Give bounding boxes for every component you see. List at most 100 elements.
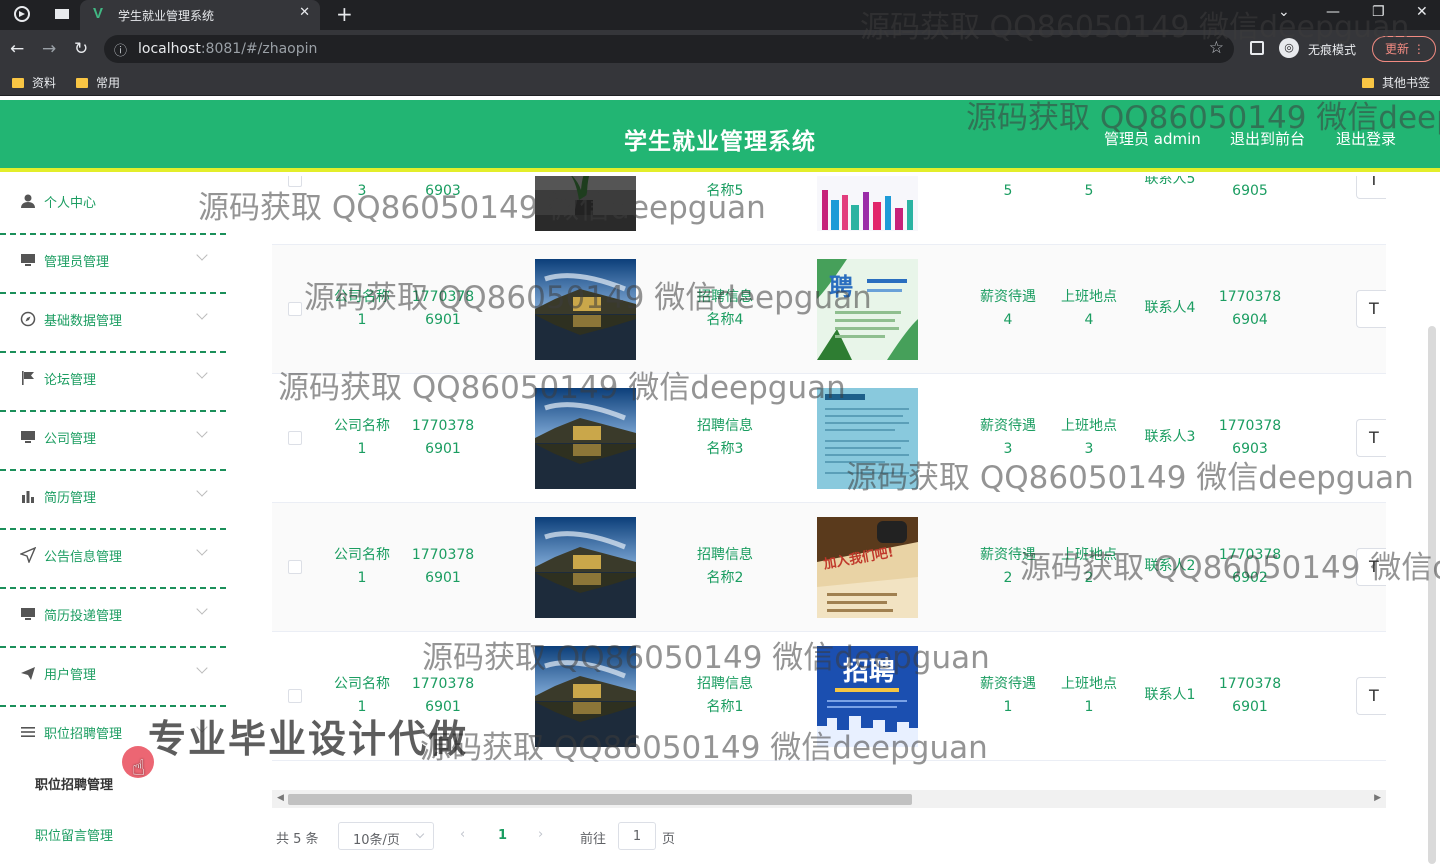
incognito-globe-icon[interactable] (14, 6, 30, 22)
salary-cell-line2: 2 (1003, 570, 1013, 586)
sidebar-item-9[interactable]: 职位招聘管理 (0, 707, 226, 766)
prev-page-button[interactable]: ‹ (460, 827, 465, 842)
row-checkbox[interactable] (288, 431, 302, 445)
row-action-button[interactable]: T (1356, 548, 1386, 586)
update-button[interactable]: 更新 ⋮ (1372, 36, 1436, 62)
sidebar-item-1[interactable]: 管理员管理 (0, 235, 226, 294)
table-row[interactable]: 公司名称 1 1770378 6901 招聘信息 名称4 聘薪资待遇 4 上班地点 4 联系人4 17… (272, 245, 1386, 374)
company-phone-cell-line2: 6901 (425, 312, 461, 328)
horizontal-scrollbar[interactable]: ◀ ▶ (272, 790, 1386, 808)
work-place-cell-line1: 上班地点 (1061, 289, 1117, 305)
chevron-down-icon (196, 367, 208, 379)
url-field[interactable]: ⓘ localhost:8081/#/zhaopin ☆ (104, 35, 1234, 63)
building-lake-photo[interactable] (535, 388, 636, 489)
active-tab[interactable]: V 学生就业管理系统 ✕ (80, 0, 320, 30)
scroll-right-icon[interactable]: ▶ (1374, 793, 1381, 803)
blue-hiring-poster[interactable]: 招聘 (817, 646, 918, 747)
scroll-left-icon[interactable]: ◀ (277, 793, 284, 803)
sidebar-item-7[interactable]: 简历投递管理 (0, 589, 226, 648)
monitor-icon (20, 606, 36, 622)
row-checkbox[interactable] (288, 689, 302, 703)
vertical-scrollbar-thumb[interactable] (1428, 326, 1436, 864)
bookmark-star-icon[interactable]: ☆ (1209, 38, 1224, 58)
table-row[interactable]: 公司名称 1 1770378 6901 招聘信息 名称2 加入我们吧! 薪资待遇 2 上班地点 2 联… (272, 503, 1386, 632)
next-page-button[interactable]: › (538, 827, 543, 842)
sidebar-item-8[interactable]: 用户管理 (0, 648, 226, 707)
bookmark-folder-ziliao[interactable]: 资料 (12, 74, 56, 91)
city-banner-poster[interactable] (817, 176, 918, 231)
sidebar-item-2[interactable]: 基础数据管理 (0, 294, 226, 353)
compass-icon (20, 311, 36, 327)
table-row[interactable]: 公司名称 1 1770378 6901 招聘信息 名称3 薪资待遇 3 上班地点 3 联系人3 177… (272, 374, 1386, 503)
submenu-item[interactable]: 职位留言管理 (35, 825, 113, 844)
logout-link[interactable]: 退出登录 (1336, 128, 1396, 149)
contact-phone-cell: 1770378 6903 (1210, 415, 1290, 461)
row-action-button[interactable]: T (1356, 419, 1386, 457)
building-lake-photo[interactable] (535, 646, 636, 747)
tab-search-icon[interactable]: ⌄ (1278, 4, 1290, 20)
bookmark-folder-changyong[interactable]: 常用 (76, 74, 120, 91)
close-window-icon[interactable]: ✕ (1416, 4, 1428, 20)
url-text: localhost:8081/#/zhaopin (138, 41, 318, 57)
office-plant-photo[interactable] (535, 176, 636, 231)
chevron-down-icon (196, 249, 208, 261)
sidebar-item-3[interactable]: 论坛管理 (0, 353, 226, 412)
window-icon[interactable] (54, 6, 70, 22)
row-action-button[interactable]: T (1356, 176, 1386, 199)
other-bookmarks[interactable]: 其他书签 (1362, 74, 1430, 91)
forward-icon[interactable]: → (42, 39, 56, 59)
goto-page-input[interactable]: 1 (618, 822, 656, 850)
salary-cell: 薪资待遇 4 (968, 286, 1048, 332)
page-unit-label: 页 (662, 832, 676, 847)
company-phone-cell-line2: 6901 (425, 441, 461, 457)
job-title-cell-line2: 名称4 (706, 312, 744, 328)
go-frontend-link[interactable]: 退出到前台 (1230, 128, 1305, 149)
site-info-icon[interactable]: ⓘ (114, 40, 127, 59)
job-title-cell-line1: 招聘信息 (697, 676, 753, 692)
sidebar-item-label: 管理员管理 (44, 255, 110, 270)
incognito-indicator[interactable]: ◎ 无痕模式 (1276, 37, 1366, 61)
table-row[interactable]: 公司名称317703786903 招聘信息名称5 薪资待遇5上班地点5 联系人5 177… (272, 176, 1386, 245)
table-row[interactable]: 公司名称 1 1770378 6901 招聘信息 名称1 招聘 薪资待遇 1 上班地点 1 联系人1 1… (272, 632, 1386, 761)
sidebar-item-4[interactable]: 公司管理 (0, 412, 226, 471)
row-action-button[interactable]: T (1356, 290, 1386, 328)
salary-cell-line2: 5 (1003, 183, 1013, 199)
brown-join-us-poster[interactable]: 加入我们吧! (817, 517, 918, 618)
submenu-item-active[interactable]: 职位招聘管理 (35, 774, 113, 793)
work-place-cell: 上班地点 2 (1049, 544, 1129, 590)
page-number-current[interactable]: 1 (498, 828, 507, 843)
new-tab-icon[interactable]: + (336, 2, 353, 26)
sidebar-item-5[interactable]: 简历管理 (0, 471, 226, 530)
vertical-scrollbar[interactable] (1426, 326, 1438, 864)
blue-notice-poster[interactable] (817, 388, 918, 489)
building-lake-photo[interactable] (535, 259, 636, 360)
page-size-select[interactable]: 10条/页 (338, 822, 434, 850)
row-action-button[interactable]: T (1356, 677, 1386, 715)
total-count: 共 5 条 (276, 832, 319, 847)
job-title-cell-line2: 名称3 (706, 441, 744, 457)
green-leaf-poster[interactable]: 聘 (817, 259, 918, 360)
company-name-cell-line1: 公司名称 (334, 418, 390, 434)
chevron-down-icon (196, 544, 208, 556)
hand-cursor-icon: ☝ (132, 756, 146, 781)
job-title-cell-line1: 招聘信息 (697, 547, 753, 563)
scrollbar-thumb[interactable] (288, 794, 912, 805)
building-lake-photo[interactable] (535, 517, 636, 618)
company-phone-cell-line1: 1770378 (411, 547, 475, 563)
restore-icon[interactable]: ❐ (1372, 4, 1385, 20)
row-checkbox[interactable] (288, 302, 302, 316)
sidebar-item-0[interactable]: 个人中心 (0, 176, 226, 235)
row-checkbox[interactable] (288, 560, 302, 574)
incognito-icon: ◎ (1279, 38, 1299, 58)
sidebar-item-6[interactable]: 公告信息管理 (0, 530, 226, 589)
back-icon[interactable]: ← (10, 39, 24, 59)
side-panel-icon[interactable] (1250, 41, 1264, 55)
row-action-label: T (1369, 686, 1379, 705)
row-checkbox[interactable] (288, 176, 302, 187)
minimize-icon[interactable]: — (1326, 4, 1340, 20)
row-action-label: T (1369, 428, 1379, 447)
salary-cell: 薪资待遇5 (968, 176, 1048, 203)
reload-icon[interactable]: ↻ (74, 39, 88, 59)
tab-close-icon[interactable]: ✕ (299, 5, 310, 20)
flag-icon (20, 370, 36, 386)
